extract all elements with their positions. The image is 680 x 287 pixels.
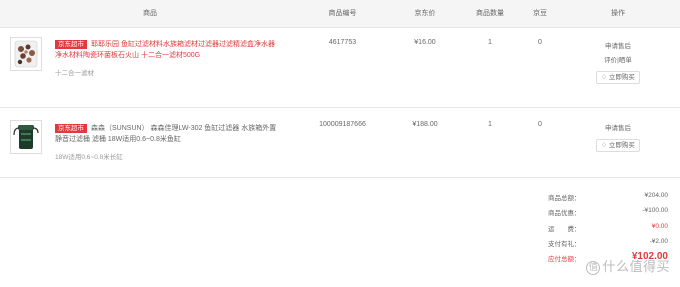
cashback-label: 支付有礼： xyxy=(548,241,581,248)
zhide-logo-icon: 值 xyxy=(586,260,601,275)
cashback-value: -¥2.00 xyxy=(649,238,668,245)
apply-aftersale-link[interactable]: 申请售后 xyxy=(588,123,648,135)
product-title: 森森（SUNSUN） 森森佳理LW-302 鱼缸过滤器 水族箱外置静音过滤桶 滤… xyxy=(55,125,277,143)
jd-price: ¥16.00 xyxy=(414,39,436,46)
header-quantity: 商品数量 xyxy=(476,10,504,17)
thumb-up-icon: ♢ xyxy=(601,142,607,149)
watermark-text: 什么值得买 xyxy=(602,259,670,274)
product-thumbnail[interactable] xyxy=(10,37,42,71)
quantity: 1 xyxy=(488,39,492,46)
jingdou: 0 xyxy=(538,121,542,128)
header-jd-price: 京东价 xyxy=(414,10,436,17)
product-spec: 18W适用0.6~0.8米长缸 xyxy=(55,154,123,161)
header-jingdou: 京豆 xyxy=(533,10,547,17)
discount-label: 商品优惠： xyxy=(548,210,581,217)
jd-price: ¥188.00 xyxy=(412,121,438,128)
thumb-up-icon: ♢ xyxy=(601,74,607,81)
product-id: 100009187666 xyxy=(319,121,366,128)
shipping-value: ¥0.00 xyxy=(651,223,668,230)
total-label: 商品总额： xyxy=(548,195,581,202)
product-thumbnail[interactable] xyxy=(10,120,42,154)
review-link[interactable]: 评价|晒单 xyxy=(588,55,648,67)
table-row: 京东超市 森森（SUNSUN） 森森佳理LW-302 鱼缸过滤器 水族箱外置静音过… xyxy=(0,109,680,178)
filter-media-bag-image xyxy=(14,40,38,68)
buy-again-label: 立即购买 xyxy=(608,74,635,81)
buy-again-button[interactable]: ♢ 立即购买 xyxy=(596,139,640,152)
canister-filter-image xyxy=(13,125,39,149)
discount-value: -¥100.00 xyxy=(642,207,668,214)
header-product: 商品 xyxy=(143,10,157,17)
buy-again-button[interactable]: ♢ 立即购买 xyxy=(596,71,640,84)
quantity: 1 xyxy=(488,121,492,128)
table-row: 京东超市 耶耶乐园 鱼缸过滤材料水族箱滤材过滤器过滤精滤盒净水器净水材料陶瓷环菌板… xyxy=(0,29,680,108)
header-product-id: 商品编号 xyxy=(328,10,357,17)
product-spec: 十二合一滤材 xyxy=(55,70,94,77)
apply-aftersale-link[interactable]: 申请售后 xyxy=(588,41,648,53)
product-id: 4617753 xyxy=(328,39,357,46)
shipping-label: 运 费： xyxy=(548,226,581,233)
header-actions: 操作 xyxy=(611,10,625,17)
product-title-link[interactable]: 京东超市 耶耶乐园 鱼缸过滤材料水族箱滤材过滤器过滤精滤盒净水器净水材料陶瓷环菌板… xyxy=(55,39,280,61)
jd-supermarket-tag: 京东超市 xyxy=(55,124,87,133)
table-header: 商品 商品编号 京东价 商品数量 京豆 操作 xyxy=(0,0,680,28)
product-title: 耶耶乐园 鱼缸过滤材料水族箱滤材过滤器过滤精滤盒净水器净水材料陶瓷环菌板石火山 … xyxy=(55,41,275,59)
jd-supermarket-tag: 京东超市 xyxy=(55,40,87,49)
paid-total-label: 应付总额： xyxy=(548,256,581,263)
jingdou: 0 xyxy=(538,39,542,46)
total-value: ¥204.00 xyxy=(644,192,669,199)
product-title-link[interactable]: 京东超市 森森（SUNSUN） 森森佳理LW-302 鱼缸过滤器 水族箱外置静音过… xyxy=(55,123,280,145)
watermark: 值什么值得买 xyxy=(586,256,670,275)
buy-again-label: 立即购买 xyxy=(608,142,635,149)
